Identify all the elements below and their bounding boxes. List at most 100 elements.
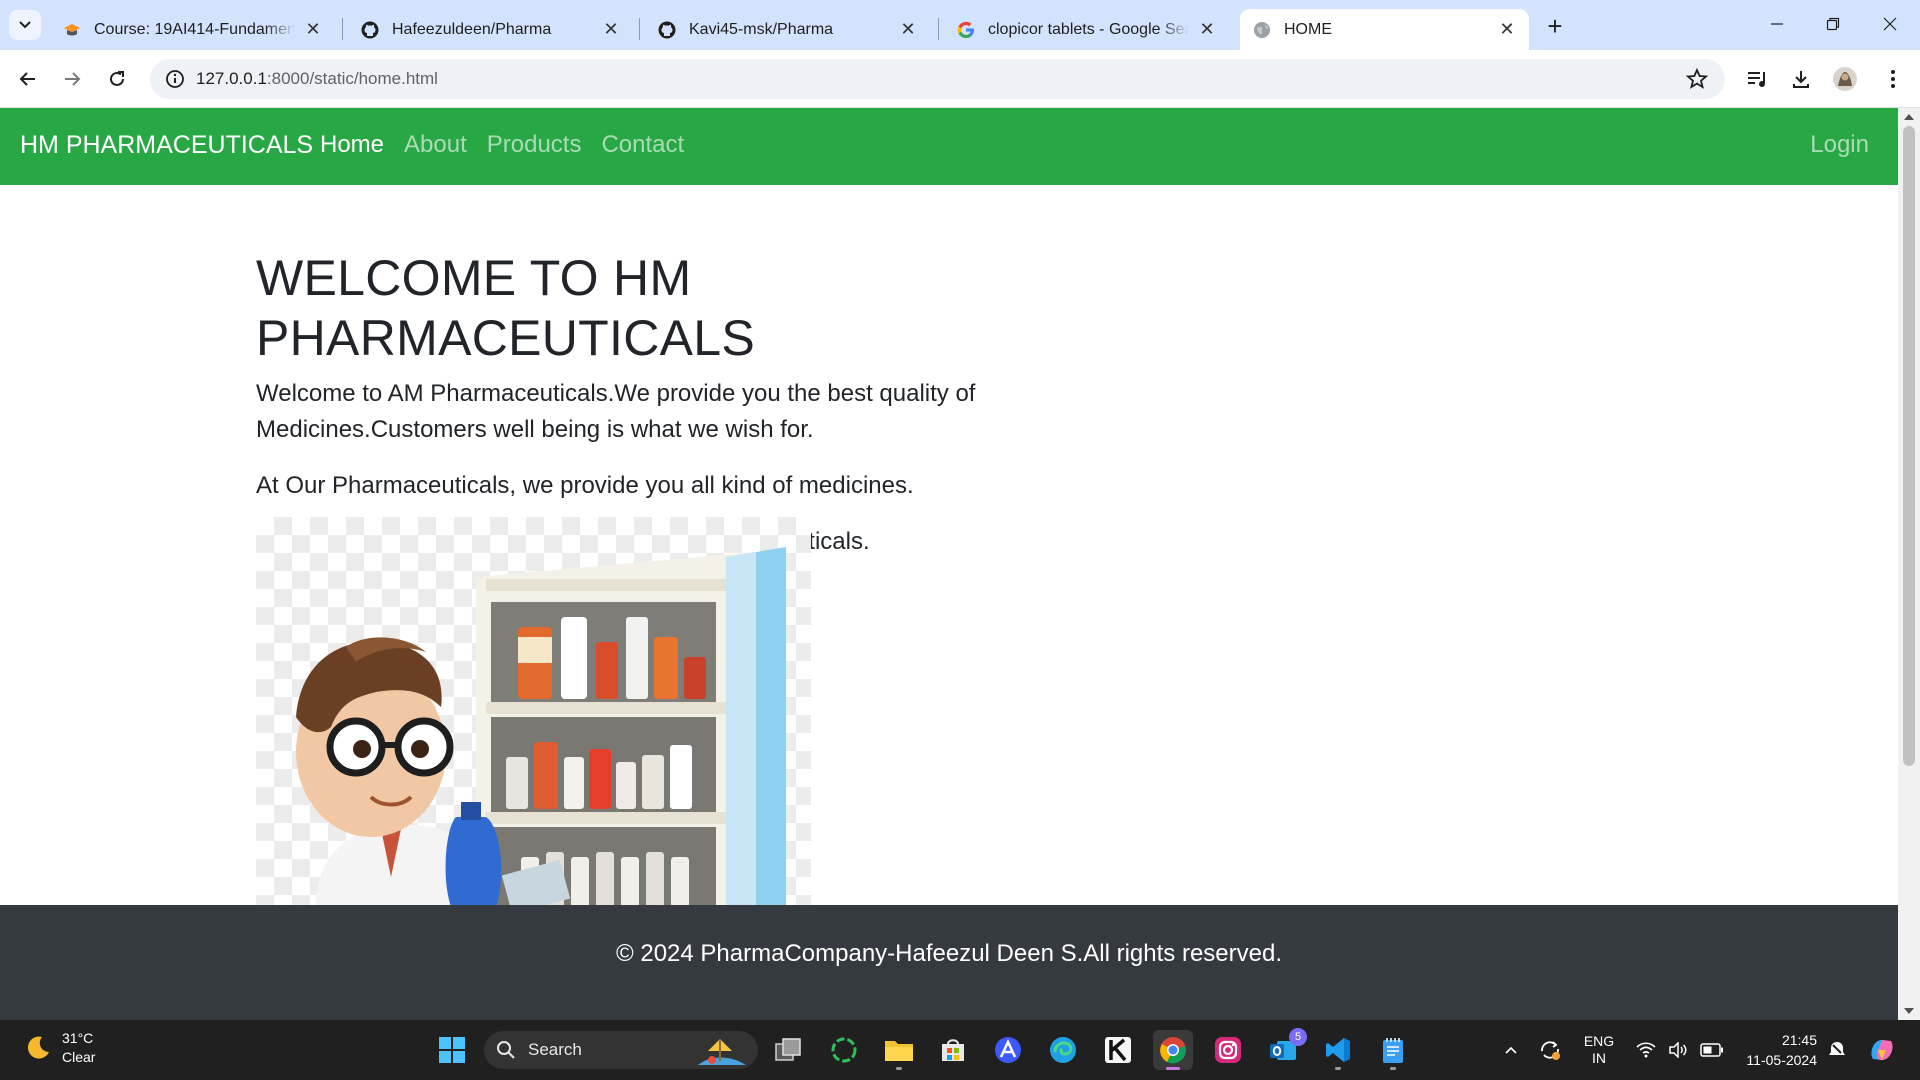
scroll-up-arrow-icon[interactable] (1904, 114, 1914, 120)
close-icon (1883, 17, 1897, 31)
bookmark-star-icon[interactable] (1685, 67, 1709, 91)
battery-icon (1700, 1043, 1723, 1057)
language-indicator[interactable]: ENG IN (1574, 1020, 1624, 1080)
tab-title: Kavi45-msk/Pharma (689, 20, 834, 38)
media-control-icon[interactable] (1743, 65, 1771, 93)
weather-widget[interactable]: 31°C Clear (22, 1029, 95, 1067)
k-app-icon (1105, 1037, 1131, 1063)
tab-hafeezuldeen-pharma[interactable]: Hafeezuldeen/Pharma ✕ (348, 9, 633, 50)
tab-search-button[interactable] (9, 10, 41, 40)
scrollbar-thumb[interactable] (1903, 126, 1915, 766)
tab-divider (639, 18, 640, 40)
sync-tray-icon[interactable] (1532, 1020, 1568, 1080)
focus-assist-icon[interactable] (1822, 1020, 1852, 1080)
tab-google-search[interactable]: clopicor tablets - Google Search ✕ (944, 9, 1229, 50)
taskbar-instagram[interactable] (1208, 1030, 1248, 1070)
taskbar-edge[interactable] (1043, 1030, 1083, 1070)
close-icon[interactable]: ✕ (303, 19, 323, 40)
course-icon (62, 20, 82, 40)
page-scrollbar[interactable] (1898, 108, 1920, 1020)
volume-icon (1669, 1042, 1687, 1058)
notification-badge: 5 (1289, 1028, 1307, 1046)
taskbar-app-arch[interactable] (988, 1030, 1028, 1070)
moon-icon (27, 1036, 49, 1059)
nav-link-home[interactable]: Home (320, 131, 384, 159)
copilot-icon[interactable] (1862, 1020, 1902, 1080)
nav-link-products[interactable]: Products (487, 131, 582, 159)
tab-title: Course: 19AI414-Fundamentals (94, 20, 295, 38)
clock-date: 11-05-2024 (1746, 1052, 1817, 1068)
address-bar[interactable]: 127.0.0.1:8000/static/home.html (150, 59, 1725, 99)
tab-title: HOME (1284, 20, 1332, 38)
url-path: :8000/static/home.html (266, 69, 438, 88)
arch-app-icon (995, 1037, 1021, 1063)
close-icon[interactable]: ✕ (601, 19, 621, 40)
chevron-down-icon (19, 21, 31, 29)
notepad-icon (1383, 1038, 1403, 1063)
folder-icon (885, 1041, 913, 1061)
site-brand[interactable]: HM PHARMACEUTICALS (20, 131, 313, 160)
tab-divider (342, 18, 343, 40)
taskbar-outlook[interactable]: 5 (1263, 1028, 1307, 1070)
system-tray-status[interactable] (1630, 1020, 1730, 1080)
close-window-button[interactable] (1862, 0, 1918, 48)
windows-taskbar: 31°C Clear Search 5 ENG IN 21:45 11-05-2… (0, 1020, 1920, 1080)
close-icon[interactable]: ✕ (1497, 19, 1517, 40)
nav-link-contact[interactable]: Contact (601, 131, 684, 159)
minimize-button[interactable] (1749, 0, 1805, 48)
github-icon (657, 20, 677, 40)
chrome-icon (1160, 1037, 1186, 1064)
task-view-icon (775, 1038, 801, 1061)
nav-links: Home About Products Contact (320, 131, 684, 159)
arrow-right-icon (65, 72, 81, 86)
taskbar-search[interactable]: Search (484, 1031, 758, 1069)
pharmacist-illustration (256, 517, 811, 907)
taskbar-search-placeholder: Search (528, 1040, 582, 1059)
restore-button[interactable] (1805, 0, 1861, 48)
close-icon[interactable]: ✕ (1197, 19, 1217, 40)
footer-copyright: © 2024 PharmaCompany-Hafeezul Deen S.All… (616, 940, 1282, 967)
tab-kavi45-pharma[interactable]: Kavi45-msk/Pharma ✕ (645, 9, 930, 50)
minimize-icon (1771, 23, 1783, 25)
search-highlight-icon (698, 1039, 746, 1065)
taskbar-app-circle[interactable] (824, 1030, 864, 1070)
login-link[interactable]: Login (1810, 131, 1869, 159)
language-region: IN (1592, 1050, 1606, 1066)
more-menu-icon[interactable] (1879, 65, 1907, 93)
url-text[interactable]: 127.0.0.1:8000/static/home.html (196, 69, 438, 89)
reload-icon (110, 71, 124, 86)
site-footer: © 2024 PharmaCompany-Hafeezul Deen S.All… (0, 905, 1898, 1020)
taskbar-app-k[interactable] (1098, 1030, 1138, 1070)
start-button[interactable] (432, 1030, 472, 1070)
profile-avatar[interactable] (1831, 65, 1859, 93)
download-icon[interactable] (1787, 65, 1815, 93)
taskbar-microsoft-store[interactable] (933, 1030, 973, 1070)
reload-button[interactable] (101, 63, 133, 95)
back-button[interactable] (12, 63, 44, 95)
vscode-icon (1326, 1038, 1350, 1062)
weather-condition: Clear (62, 1049, 96, 1065)
clock-time: 21:45 (1781, 1032, 1817, 1048)
site-info-icon[interactable] (164, 68, 186, 90)
taskbar-chrome[interactable] (1153, 1030, 1193, 1070)
close-icon[interactable]: ✕ (898, 19, 918, 40)
arrow-left-icon (19, 72, 35, 86)
forward-button[interactable] (56, 63, 88, 95)
task-view-button[interactable] (768, 1030, 808, 1070)
taskbar-notepad[interactable] (1373, 1030, 1413, 1070)
new-tab-button[interactable]: + (1541, 11, 1569, 41)
scroll-down-arrow-icon[interactable] (1904, 1008, 1914, 1014)
nav-link-about[interactable]: About (404, 131, 467, 159)
tab-title: Hafeezuldeen/Pharma (392, 20, 552, 38)
taskbar-file-explorer[interactable] (879, 1030, 919, 1070)
wifi-icon (1636, 1042, 1656, 1058)
windows-logo-icon (439, 1037, 465, 1063)
taskbar-clock[interactable]: 21:45 11-05-2024 (1733, 1030, 1817, 1070)
tab-home[interactable]: HOME ✕ (1240, 9, 1529, 50)
browser-tab-strip: Course: 19AI414-Fundamentals ✕ Hafeezuld… (0, 0, 1920, 50)
show-hidden-icons[interactable] (1496, 1020, 1526, 1080)
page-heading: WELCOME TO HM PHARMACEUTICALS (256, 250, 756, 366)
refresh-circle-icon (831, 1037, 857, 1063)
taskbar-vscode[interactable] (1318, 1030, 1358, 1070)
tab-course[interactable]: Course: 19AI414-Fundamentals ✕ (50, 9, 335, 50)
